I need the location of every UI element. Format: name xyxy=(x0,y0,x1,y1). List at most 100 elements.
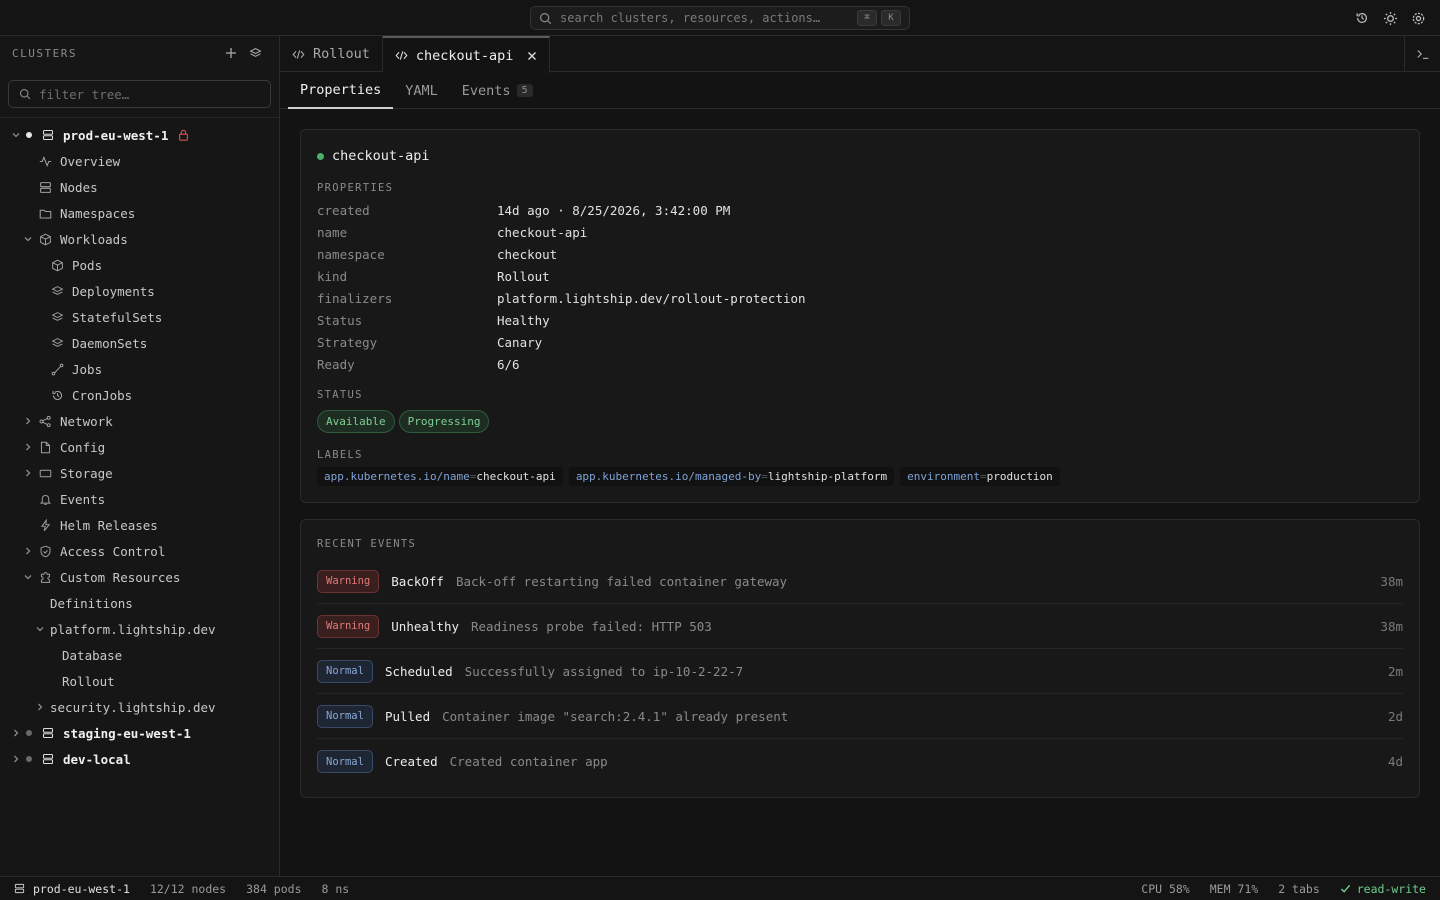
code-icon xyxy=(292,48,305,61)
close-icon[interactable] xyxy=(527,51,537,61)
resource-subtabs: Properties YAML Events 5 xyxy=(280,72,1440,109)
tree-item-database[interactable]: Database xyxy=(0,642,279,668)
health-status-dot xyxy=(317,152,324,160)
tree-item-platform-lightship-dev[interactable]: platform.lightship.dev xyxy=(0,616,279,642)
property-value: Canary xyxy=(497,334,543,350)
tree-item-custom-resources[interactable]: Custom Resources xyxy=(0,564,279,590)
terminal-toggle-button[interactable] xyxy=(1404,36,1440,72)
chevron-right-icon[interactable] xyxy=(22,415,34,427)
event-age: 2m xyxy=(1387,663,1403,679)
tree-item-nodes[interactable]: Nodes xyxy=(0,174,279,200)
event-row[interactable]: Warning BackOff Back-off restarting failed… xyxy=(317,559,1403,604)
chevron-right-icon[interactable] xyxy=(10,727,22,739)
tree-item-cronjobs[interactable]: CronJobs xyxy=(0,382,279,408)
event-message: Readiness probe failed: HTTP 503 xyxy=(471,618,712,634)
tab-rollout[interactable]: Rollout xyxy=(280,36,383,72)
chevron-down-icon[interactable] xyxy=(22,233,34,245)
tree-item-pods[interactable]: Pods xyxy=(0,252,279,278)
tab-events[interactable]: Events 5 xyxy=(450,72,545,109)
recent-events-heading: RECENT EVENTS xyxy=(317,538,417,550)
cluster-item-staging-eu-west-1[interactable]: staging-eu-west-1 xyxy=(0,720,279,746)
tree-filter-input[interactable]: filter tree… xyxy=(8,80,271,108)
tree-item-label: security.lightship.dev xyxy=(50,699,216,715)
chevron-right-icon[interactable] xyxy=(10,753,22,765)
sun-icon[interactable] xyxy=(1382,10,1398,26)
event-row[interactable]: Normal Created Created container app 4d xyxy=(317,739,1403,784)
tab-yaml[interactable]: YAML xyxy=(393,72,450,109)
event-reason: Unhealthy xyxy=(391,618,459,634)
check-icon xyxy=(1340,884,1350,893)
settings-icon[interactable] xyxy=(1410,10,1426,26)
tree-item-overview[interactable]: Overview xyxy=(0,148,279,174)
event-age: 38m xyxy=(1380,618,1403,634)
tree-item-network[interactable]: Network xyxy=(0,408,279,434)
cluster-item-prod-eu-west-1[interactable]: prod-eu-west-1 xyxy=(0,122,279,148)
tree-item-daemonsets[interactable]: DaemonSets xyxy=(0,330,279,356)
tree-item-rollout[interactable]: Rollout xyxy=(0,668,279,694)
chevron-right-icon[interactable] xyxy=(22,441,34,453)
tree-item-deployments[interactable]: Deployments xyxy=(0,278,279,304)
add-cluster-button[interactable] xyxy=(219,43,243,63)
properties-heading: PROPERTIES xyxy=(317,182,394,194)
tab-events-label: Events xyxy=(461,82,511,99)
chevron-right-icon[interactable] xyxy=(34,701,46,713)
tree-item-access-control[interactable]: Access Control xyxy=(0,538,279,564)
command-search[interactable]: search clusters, resources, actions… ⌘ K xyxy=(530,6,910,30)
tree-item-definitions[interactable]: Definitions xyxy=(0,590,279,616)
event-message: Created container app xyxy=(449,754,608,769)
active-cluster[interactable]: prod-eu-west-1 xyxy=(14,882,130,896)
label-key: environment xyxy=(907,470,980,483)
search-placeholder: search clusters, resources, actions… xyxy=(560,11,821,25)
layers-icon[interactable] xyxy=(243,43,267,63)
label-value: checkout-api xyxy=(476,470,556,483)
chevron-down-icon[interactable] xyxy=(10,129,22,141)
labels-heading: LABELS xyxy=(317,449,363,461)
layers-icon xyxy=(50,310,64,324)
chevron-right-icon[interactable] xyxy=(22,545,34,557)
tab-checkout-api[interactable]: checkout-api xyxy=(382,36,551,73)
cluster-item-dev-local[interactable]: dev-local xyxy=(0,746,279,772)
tab-properties[interactable]: Properties xyxy=(288,72,394,109)
tree-item-label: Storage xyxy=(60,465,113,481)
bolt-icon xyxy=(38,518,52,532)
code-icon xyxy=(395,49,408,62)
event-reason: Created xyxy=(384,754,438,769)
tree-item-label: Jobs xyxy=(72,361,103,377)
tree-item-statefulsets[interactable]: StatefulSets xyxy=(0,304,279,330)
cluster-status-dot xyxy=(26,756,32,762)
chevron-right-icon[interactable] xyxy=(22,467,34,479)
shield-icon xyxy=(38,544,52,558)
property-row-strategy: Strategy Canary xyxy=(317,331,542,353)
tree-item-events[interactable]: Events xyxy=(0,486,279,512)
chevron-down-icon[interactable] xyxy=(22,571,34,583)
event-type-badge: Warning xyxy=(317,569,380,593)
tree-item-label: Database xyxy=(62,647,123,663)
tree-item-label: Access Control xyxy=(60,543,166,559)
tree-item-namespaces[interactable]: Namespaces xyxy=(0,200,279,226)
chevron-down-icon[interactable] xyxy=(34,623,46,635)
property-value: 14d ago · 8/25/2026, 3:42:00 PM xyxy=(497,202,731,218)
server-icon xyxy=(14,883,25,894)
property-value: checkout-api xyxy=(497,224,588,240)
label-key: app.kubernetes.io/managed-by xyxy=(575,470,762,483)
cpu-usage: CPU 58% xyxy=(1141,881,1190,896)
tree-item-jobs[interactable]: Jobs xyxy=(0,356,279,382)
tree-item-label: StatefulSets xyxy=(72,309,163,325)
box-icon xyxy=(38,232,52,246)
tree-item-helm-releases[interactable]: Helm Releases xyxy=(0,512,279,538)
event-row[interactable]: Normal Pulled Container image "search:2.4.… xyxy=(317,694,1403,739)
property-value: 6/6 xyxy=(497,356,520,372)
event-row[interactable]: Normal Scheduled Successfully assigned to … xyxy=(317,649,1403,694)
label-separator: = xyxy=(469,470,477,483)
tree-item-security-lightship-dev[interactable]: security.lightship.dev xyxy=(0,694,279,720)
property-row-ready: Ready 6/6 xyxy=(317,353,520,375)
tree-item-label: Rollout xyxy=(62,673,115,689)
event-message: Container image "search:2.4.1" already p… xyxy=(442,708,789,724)
tree-item-config[interactable]: Config xyxy=(0,434,279,460)
tree-item-storage[interactable]: Storage xyxy=(0,460,279,486)
tree-item-label: dev-local xyxy=(63,751,131,767)
tree-item-workloads[interactable]: Workloads xyxy=(0,226,279,252)
history-icon[interactable] xyxy=(1354,10,1370,26)
event-row[interactable]: Warning Unhealthy Readiness probe failed: … xyxy=(317,604,1403,649)
network-icon xyxy=(38,414,52,428)
